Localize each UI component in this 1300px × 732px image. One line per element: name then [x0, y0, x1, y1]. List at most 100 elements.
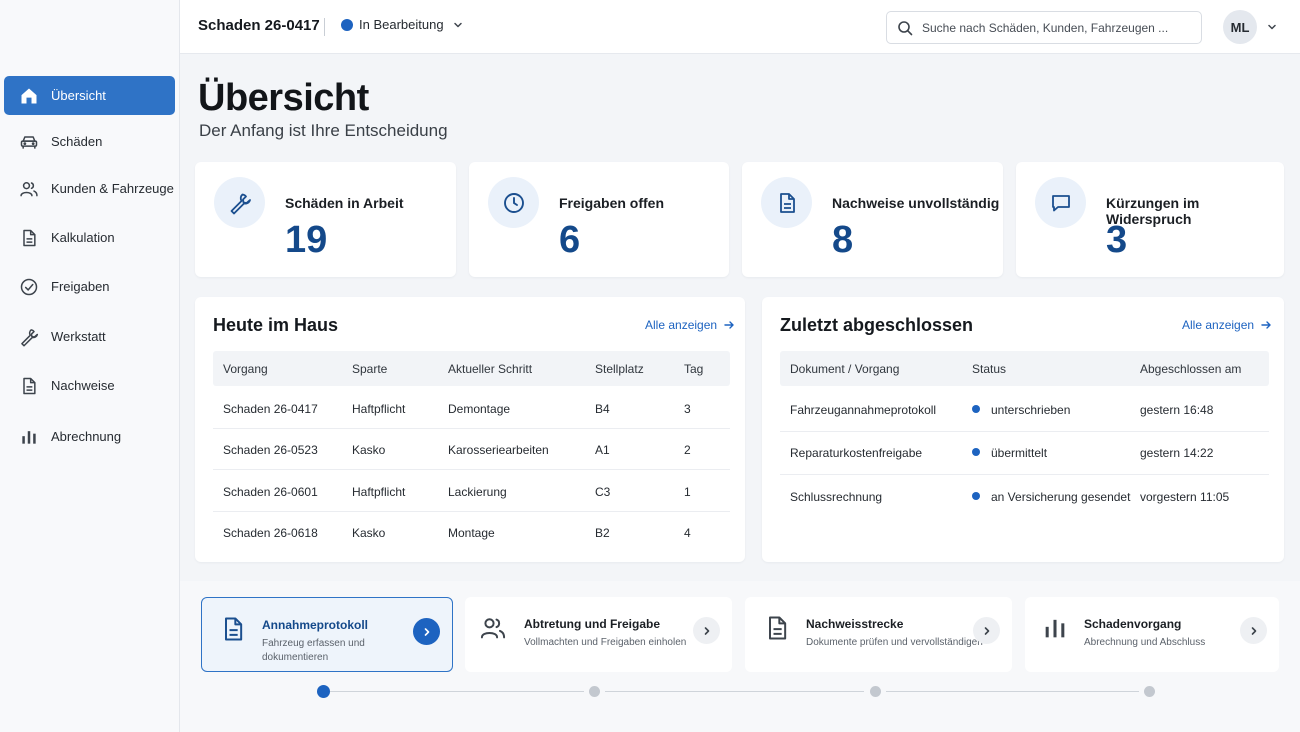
- table-header: Dokument / Vorgang Status Abgeschlossen …: [780, 351, 1269, 386]
- panel-title: Heute im Haus: [213, 315, 339, 335]
- today-panel: Heute im Haus Alle anzeigen Vorgang Spar…: [195, 297, 745, 562]
- table-cell: Schlussrechnung: [790, 490, 883, 504]
- table-row[interactable]: Schaden 26-0618 Kasko Montage B2 4: [213, 512, 730, 553]
- kpi-value: 6: [559, 219, 581, 261]
- status-dot-icon: [972, 492, 980, 500]
- sidebar-item-label: Kalkulation: [51, 230, 115, 245]
- column-header: Abgeschlossen am: [1140, 362, 1242, 376]
- show-all-label: Alle anzeigen: [645, 318, 718, 332]
- table-cell: Schaden 26-0601: [223, 485, 318, 499]
- avatar[interactable]: ML: [1223, 10, 1257, 44]
- wrench-icon: [19, 327, 39, 347]
- table-cell: B2: [595, 526, 610, 540]
- document-icon: [19, 376, 39, 396]
- search-input[interactable]: [922, 20, 1192, 35]
- table-row[interactable]: Reparaturkostenfreigabe übermittelt gest…: [780, 432, 1269, 475]
- recent-panel: Zuletzt abgeschlossen Alle anzeigen Doku…: [762, 297, 1284, 562]
- users-icon: [19, 179, 39, 199]
- step-nachweisstrecke[interactable]: Nachweisstrecke Dokumente prüfen und ver…: [745, 597, 1012, 672]
- progress-dot[interactable]: [589, 686, 600, 697]
- document-icon: [763, 614, 791, 642]
- table-cell: gestern 14:22: [1140, 446, 1214, 460]
- table-cell: Fahrzeugannahmeprotokoll: [790, 403, 937, 417]
- sidebar-item-label: Nachweise: [51, 378, 115, 393]
- kpi-card-schaeden[interactable]: Schäden in Arbeit 19: [195, 162, 456, 277]
- show-all-link[interactable]: Alle anzeigen: [1182, 318, 1272, 332]
- chevron-right-icon[interactable]: [413, 618, 440, 645]
- sidebar-item-kunden-fahrzeuge[interactable]: Kunden & Fahrzeuge: [4, 169, 175, 208]
- table-cell: Haftpflicht: [352, 402, 406, 416]
- chevron-right-icon[interactable]: [693, 617, 720, 644]
- table-row[interactable]: Schlussrechnung an Versicherung gesendet…: [780, 475, 1269, 519]
- chevron-down-icon[interactable]: [1266, 21, 1278, 33]
- panel-title: Zuletzt abgeschlossen: [780, 315, 974, 335]
- status-dropdown[interactable]: In Bearbeitung: [341, 17, 464, 32]
- step-description: Vollmachten und Freigaben einholen: [524, 637, 687, 648]
- sidebar-item-kalkulation[interactable]: Kalkulation: [4, 218, 175, 257]
- sidebar-item-abrechnung[interactable]: Abrechnung: [4, 417, 175, 456]
- step-abtretung-freigabe[interactable]: Abtretung und Freigabe Vollmachten und F…: [465, 597, 732, 672]
- arrow-right-icon: [724, 321, 734, 329]
- table-cell: 2: [684, 443, 691, 457]
- table-cell: 1: [684, 485, 691, 499]
- table-row[interactable]: Fahrzeugannahmeprotokoll unterschrieben …: [780, 388, 1269, 432]
- table-cell: Kasko: [352, 443, 386, 457]
- chevron-right-icon[interactable]: [1240, 617, 1267, 644]
- document-icon: [19, 228, 39, 248]
- sidebar-item-freigaben[interactable]: Freigaben: [4, 267, 175, 306]
- table-header: Vorgang Sparte Aktueller Schritt Stellpl…: [213, 351, 730, 386]
- table-cell: Demontage: [448, 402, 511, 416]
- status-dot-icon: [972, 448, 980, 456]
- table-cell: B4: [595, 402, 610, 416]
- table-cell: 3: [684, 402, 691, 416]
- show-all-label: Alle anzeigen: [1182, 318, 1255, 332]
- document-icon: [219, 615, 247, 643]
- progress-dot[interactable]: [870, 686, 881, 697]
- sidebar-item-nachweise[interactable]: Nachweise: [4, 366, 175, 405]
- table-cell: A1: [595, 443, 610, 457]
- step-schadenvorgang[interactable]: Schadenvorgang Abrechnung und Abschluss: [1025, 597, 1279, 672]
- clock-icon: [488, 177, 539, 228]
- kpi-value: 3: [1106, 219, 1128, 261]
- kpi-label: Nachweise unvollständig: [832, 195, 1000, 211]
- column-header: Vorgang: [223, 362, 268, 376]
- step-title: Schadenvorgang: [1084, 617, 1182, 631]
- progress-dot[interactable]: [1144, 686, 1155, 697]
- sidebar-item-uebersicht[interactable]: Übersicht: [4, 76, 175, 115]
- chat-icon: [1035, 177, 1086, 228]
- search-box[interactable]: [886, 11, 1202, 44]
- step-title: Annahmeprotokoll: [262, 618, 369, 632]
- sidebar-item-schaeden[interactable]: Schäden: [4, 122, 175, 161]
- sidebar-item-label: Kunden & Fahrzeuge: [51, 181, 174, 196]
- kpi-label: Schäden in Arbeit: [285, 195, 404, 211]
- home-icon: [19, 86, 39, 106]
- progress-connector: [330, 691, 584, 692]
- chevron-right-icon[interactable]: [973, 617, 1000, 644]
- step-annahmeprotokoll[interactable]: Annahmeprotokoll Fahrzeug erfassen und d…: [201, 597, 453, 672]
- progress-dot-active[interactable]: [317, 685, 330, 698]
- table-cell: vorgestern 11:05: [1140, 490, 1230, 504]
- column-header: Stellplatz: [595, 362, 644, 376]
- table-row[interactable]: Schaden 26-0417 Haftpflicht Demontage B4…: [213, 388, 730, 429]
- arrow-right-icon: [1261, 321, 1271, 329]
- chevron-down-icon: [452, 19, 464, 31]
- wrench-icon: [214, 177, 265, 228]
- table-cell: Schaden 26-0417: [223, 402, 318, 416]
- show-all-link[interactable]: Alle anzeigen: [645, 318, 735, 332]
- bar-chart-icon: [1041, 614, 1069, 642]
- progress-connector: [886, 691, 1139, 692]
- kpi-card-kuerzungen[interactable]: Kürzungen im Widerspruch 3: [1016, 162, 1284, 277]
- step-title: Nachweisstrecke: [806, 617, 904, 631]
- page-title: Übersicht: [198, 77, 369, 119]
- kpi-card-freigaben[interactable]: Freigaben offen 6: [469, 162, 729, 277]
- table-row[interactable]: Schaden 26-0523 Kasko Karosseriearbeiten…: [213, 429, 730, 470]
- header-divider: [324, 18, 325, 36]
- kpi-label: Kürzungen im Widerspruch: [1106, 195, 1200, 227]
- status-cell: übermittelt: [972, 446, 1047, 460]
- sidebar-item-werkstatt[interactable]: Werkstatt: [4, 317, 175, 356]
- table-row[interactable]: Schaden 26-0601 Haftpflicht Lackierung C…: [213, 471, 730, 512]
- step-description: Fahrzeug erfassen und dokumentieren: [262, 638, 365, 663]
- kpi-card-nachweise[interactable]: Nachweise unvollständig 8: [742, 162, 1003, 277]
- step-description: Abrechnung und Abschluss: [1084, 637, 1206, 648]
- status-label: In Bearbeitung: [359, 17, 444, 32]
